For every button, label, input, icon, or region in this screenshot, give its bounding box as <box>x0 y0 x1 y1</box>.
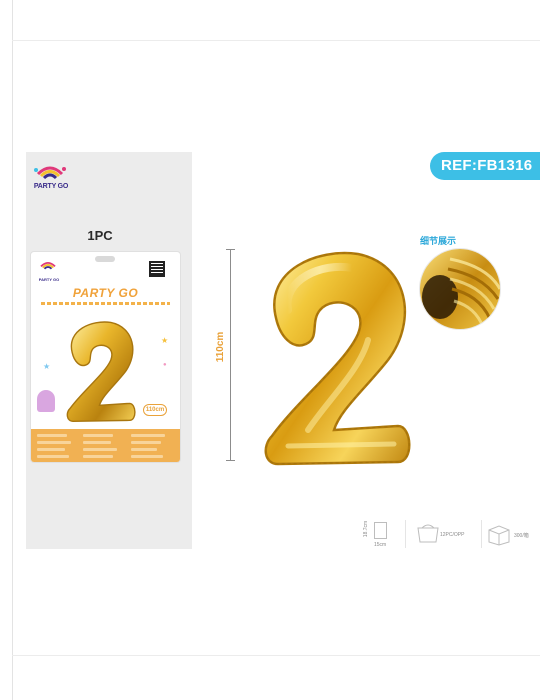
quantity-label: 1PC <box>87 228 113 243</box>
qr-code-icon <box>149 261 165 277</box>
bag-icon <box>417 524 439 543</box>
package-image: PARTY GO PARTY GO ★ ★ ● 110cm <box>31 252 180 462</box>
hang-hole <box>95 256 115 262</box>
package-brand-name: PARTY GO <box>38 277 60 282</box>
dimension-line <box>230 249 231 460</box>
page-top-rule <box>12 40 540 41</box>
page-left-rule <box>12 0 13 700</box>
package-info-band <box>31 429 180 462</box>
brand-name: PARTY GO <box>33 183 69 190</box>
box-size-spec: 18.7cm 15cm <box>360 520 400 548</box>
package-stripe <box>41 302 170 305</box>
carton-icon <box>488 525 510 546</box>
spec-divider <box>481 520 482 548</box>
page-bottom-rule <box>12 655 540 656</box>
box-outline-icon <box>374 522 387 539</box>
dimension-cap-bottom <box>226 460 235 461</box>
package-logo-icon <box>40 262 56 270</box>
bag-count-label: 12PC/OPP <box>440 532 465 538</box>
package-balloon-number-2 <box>66 321 136 423</box>
star-icon: ★ <box>43 362 51 371</box>
detail-closeup-image <box>419 248 501 330</box>
detail-texture <box>420 249 500 329</box>
box-height-label: 18.7cm <box>363 520 370 538</box>
star-icon: ● <box>163 362 167 368</box>
detail-label: 细节展示 <box>420 236 457 246</box>
package-title: PARTY GO <box>72 286 139 300</box>
package-size-badge: 110cm <box>143 404 167 416</box>
carton-count-label: 300/箱 <box>514 533 529 539</box>
dimension-label: 110cm <box>215 331 226 363</box>
reference-badge: REF:FB1316 <box>430 152 540 180</box>
balloon-pump-icon <box>37 390 55 412</box>
spec-divider <box>405 520 406 548</box>
star-icon: ★ <box>161 336 169 345</box>
balloon-number-2 <box>264 251 411 466</box>
box-width-label: 15cm <box>374 542 387 548</box>
carton-count-spec: 300/箱 <box>484 520 540 548</box>
dimension-cap-top <box>226 249 235 250</box>
bag-count-spec: 12PC/OPP <box>414 520 480 548</box>
